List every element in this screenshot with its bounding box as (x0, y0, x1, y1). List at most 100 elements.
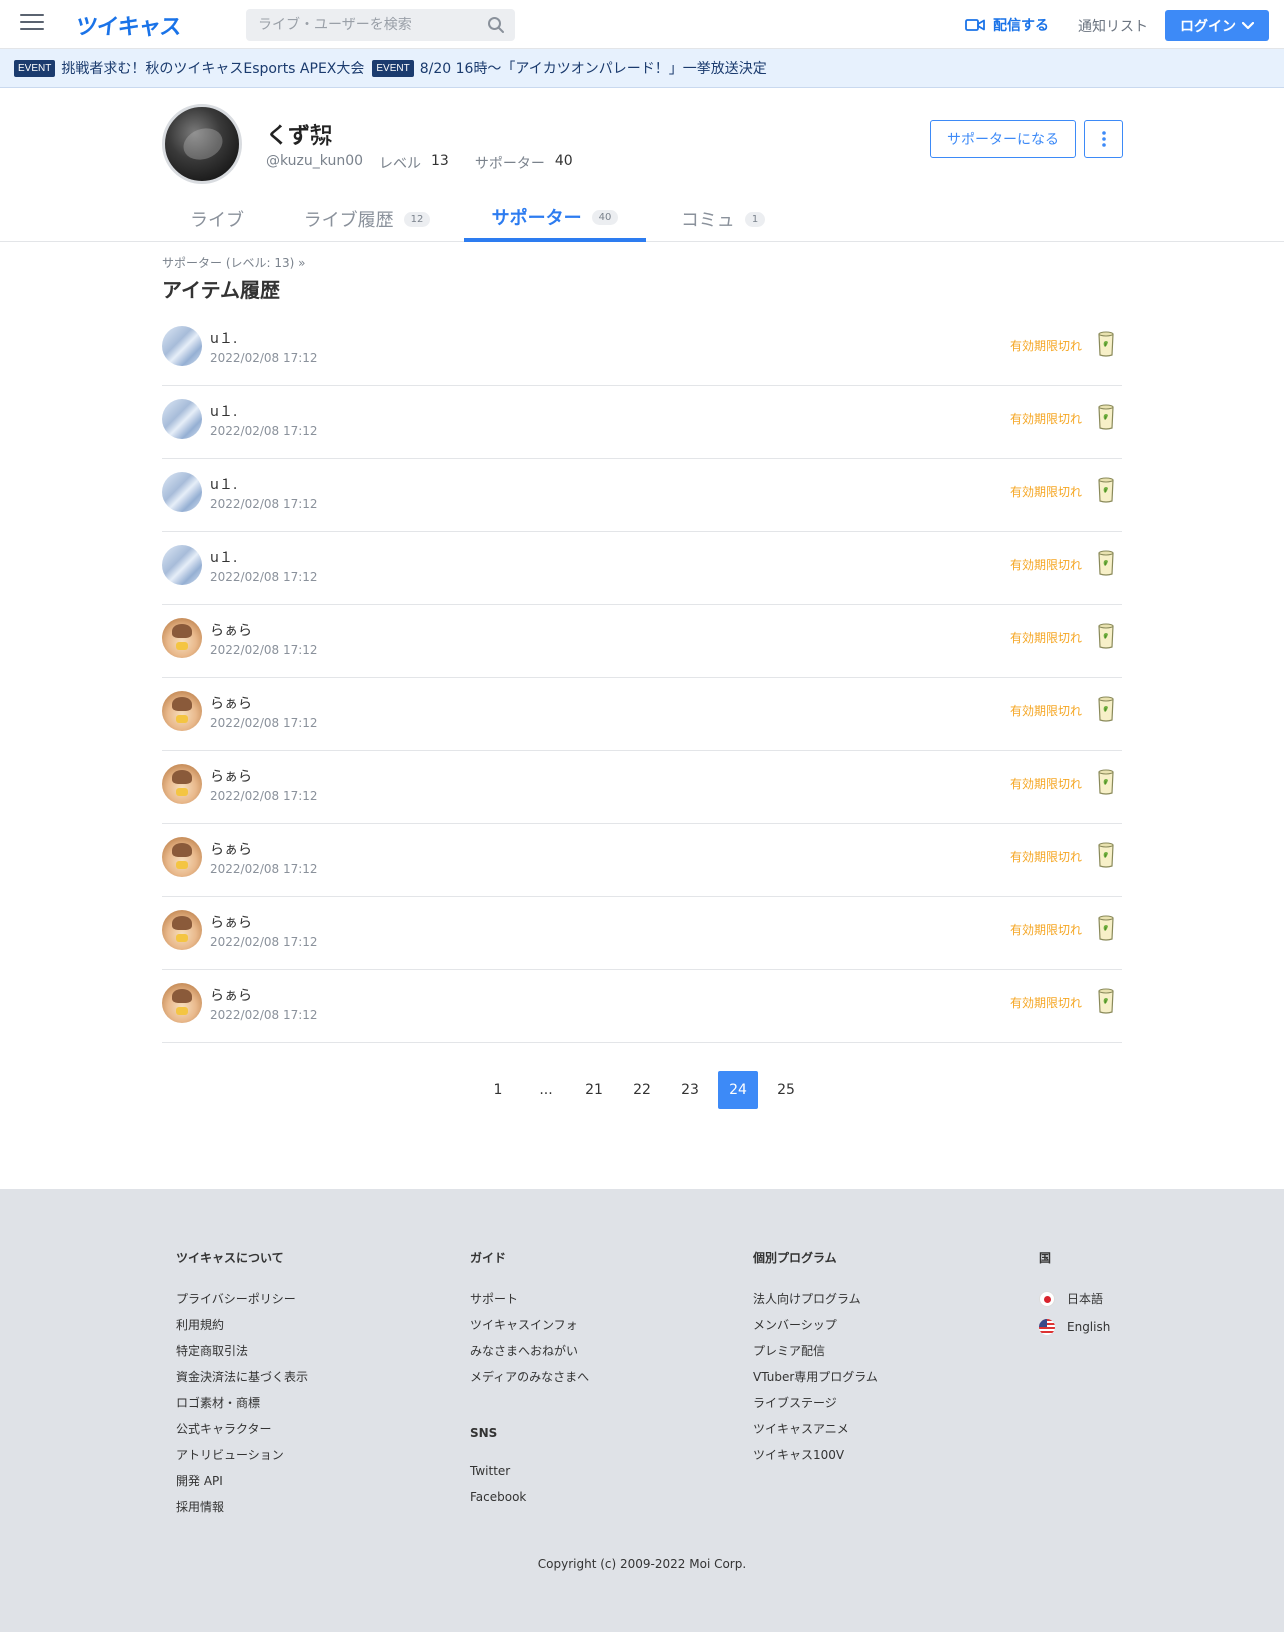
tab-label: ライブ (190, 210, 244, 231)
page-link[interactable]: 23 (670, 1071, 710, 1109)
language-english[interactable]: English (1039, 1318, 1110, 1335)
footer-heading: 個別プログラム (753, 1251, 837, 1265)
user-avatar[interactable] (162, 764, 202, 804)
tab-live[interactable]: ライブ (162, 196, 272, 242)
profile-handle: @kuzu_kun00 (266, 153, 364, 169)
us-flag-icon (1039, 1318, 1055, 1335)
footer-link[interactable]: 利用規約 (176, 1316, 308, 1332)
list-item: らぁら 2022/02/08 17:12 有効期限切れ (162, 824, 1122, 897)
page-link[interactable]: 24 (718, 1071, 758, 1109)
event-item[interactable]: EVENT 挑戦者求む！秋のツイキャスEsports APEX大会 (14, 58, 364, 78)
user-avatar[interactable] (162, 399, 202, 439)
user-name[interactable]: らぁら (210, 693, 252, 713)
footer-link[interactable]: Facebook (470, 1490, 589, 1505)
user-name[interactable]: らぁら (210, 839, 252, 859)
japan-flag-icon (1039, 1290, 1055, 1307)
footer-col-guide: ガイド サポートツイキャスインフォ みなさまへおねがい メディアのみなさまへ SNS… (470, 1249, 589, 1516)
more-options-button[interactable] (1084, 120, 1123, 158)
page-link[interactable]: 1 (478, 1071, 518, 1109)
page-link[interactable]: 25 (766, 1071, 806, 1109)
footer-link[interactable]: VTuber専用プログラム (753, 1368, 878, 1384)
user-avatar[interactable] (162, 618, 202, 658)
user-avatar[interactable] (162, 691, 202, 731)
supporter-count: 40 (554, 153, 573, 169)
item-date: 2022/02/08 17:12 (210, 789, 318, 803)
list-item: らぁら 2022/02/08 17:12 有効期限切れ (162, 751, 1122, 824)
tab-community[interactable]: コミュ 1 (658, 196, 788, 242)
footer-link[interactable]: プライバシーポリシー (176, 1290, 308, 1306)
user-avatar[interactable] (162, 983, 202, 1023)
footer-link[interactable]: ロゴ素材・商標 (176, 1394, 308, 1410)
user-name[interactable]: らぁら (210, 620, 252, 640)
status-badge: 有効期限切れ (1009, 631, 1082, 645)
user-avatar[interactable] (162, 326, 202, 366)
footer-heading: ガイド (470, 1251, 507, 1265)
user-avatar[interactable] (162, 545, 202, 585)
item-date: 2022/02/08 17:12 (210, 935, 318, 949)
status-badge: 有効期限切れ (1009, 339, 1082, 353)
item-date: 2022/02/08 17:12 (210, 497, 318, 511)
page-title: アイテム履歴 (162, 278, 280, 302)
menu-icon[interactable] (20, 14, 44, 34)
footer-link[interactable]: ライブステージ (753, 1394, 878, 1410)
status-badge: 有効期限切れ (1009, 850, 1082, 864)
footer-link[interactable]: サポート (470, 1290, 589, 1306)
user-name[interactable]: u１. (210, 328, 237, 348)
user-name[interactable]: らぁら (210, 766, 252, 786)
user-avatar[interactable] (162, 837, 202, 877)
stream-button[interactable]: 配信する (965, 15, 1049, 35)
footer-link[interactable]: 採用情報 (176, 1498, 308, 1514)
status-badge: 有効期限切れ (1009, 996, 1082, 1010)
tea-cup-item-icon (1098, 477, 1114, 503)
status-badge: 有効期限切れ (1009, 777, 1082, 791)
search-icon[interactable] (487, 16, 505, 34)
user-name[interactable]: u１. (210, 547, 237, 567)
login-button[interactable]: ログイン (1165, 10, 1269, 41)
footer-link[interactable]: Twitter (470, 1464, 589, 1479)
page-link[interactable]: 22 (622, 1071, 662, 1109)
tab-live-history[interactable]: ライブ履歴 12 (282, 196, 452, 242)
tea-cup-item-icon (1098, 550, 1114, 576)
footer-heading: ツイキャスについて (176, 1251, 284, 1265)
search-input[interactable] (246, 9, 476, 41)
user-name[interactable]: u１. (210, 401, 237, 421)
user-name[interactable]: らぁら (210, 912, 252, 932)
event-badge: EVENT (14, 59, 56, 77)
footer-link[interactable]: アトリビューション (176, 1446, 308, 1462)
list-item: らぁら 2022/02/08 17:12 有効期限切れ (162, 678, 1122, 751)
item-date: 2022/02/08 17:12 (210, 424, 318, 438)
tea-cup-item-icon (1098, 769, 1114, 795)
tea-cup-item-icon (1098, 404, 1114, 430)
notify-list-link[interactable]: 通知リスト (1078, 16, 1148, 36)
page-link[interactable]: 21 (574, 1071, 614, 1109)
tab-count: 1 (744, 211, 766, 227)
level-value: 13 (431, 153, 449, 169)
footer-link[interactable]: ツイキャス100V (753, 1446, 878, 1462)
list-item: らぁら 2022/02/08 17:12 有効期限切れ (162, 970, 1122, 1043)
footer-link[interactable]: 資金決済法に基づく表示 (176, 1368, 308, 1384)
footer-link[interactable]: メンバーシップ (753, 1316, 878, 1332)
footer-link[interactable]: ツイキャスインフォ (470, 1316, 589, 1332)
user-name[interactable]: u１. (210, 474, 237, 494)
footer-link[interactable]: ツイキャスアニメ (753, 1420, 878, 1436)
footer-link[interactable]: みなさまへおねがい (470, 1342, 589, 1358)
footer-link[interactable]: 開発 API (176, 1472, 308, 1488)
footer-heading: SNS (470, 1426, 498, 1440)
footer-link[interactable]: プレミア配信 (753, 1342, 878, 1358)
profile-avatar (162, 104, 242, 184)
language-japanese[interactable]: 日本語 (1039, 1290, 1110, 1307)
site-logo[interactable]: ツイキャス (74, 9, 182, 41)
footer-link[interactable]: 特定商取引法 (176, 1342, 308, 1358)
footer-link[interactable]: 法人向けプログラム (753, 1290, 878, 1306)
event-item[interactable]: EVENT 8/20 16時〜「アイカツオンパレード！」一挙放送決定 (372, 58, 767, 78)
footer-link[interactable]: 公式キャラクター (176, 1420, 308, 1436)
breadcrumb[interactable]: サポーター (レベル: 13) » (162, 254, 305, 271)
tea-cup-item-icon (1098, 988, 1114, 1014)
user-avatar[interactable] (162, 910, 202, 950)
footer-link[interactable]: メディアのみなさまへ (470, 1368, 589, 1384)
user-name[interactable]: らぁら (210, 985, 252, 1005)
search-box (246, 9, 515, 41)
user-avatar[interactable] (162, 472, 202, 512)
become-supporter-button[interactable]: サポーターになる (930, 120, 1076, 158)
tab-supporters[interactable]: サポーター 40 (464, 196, 646, 242)
